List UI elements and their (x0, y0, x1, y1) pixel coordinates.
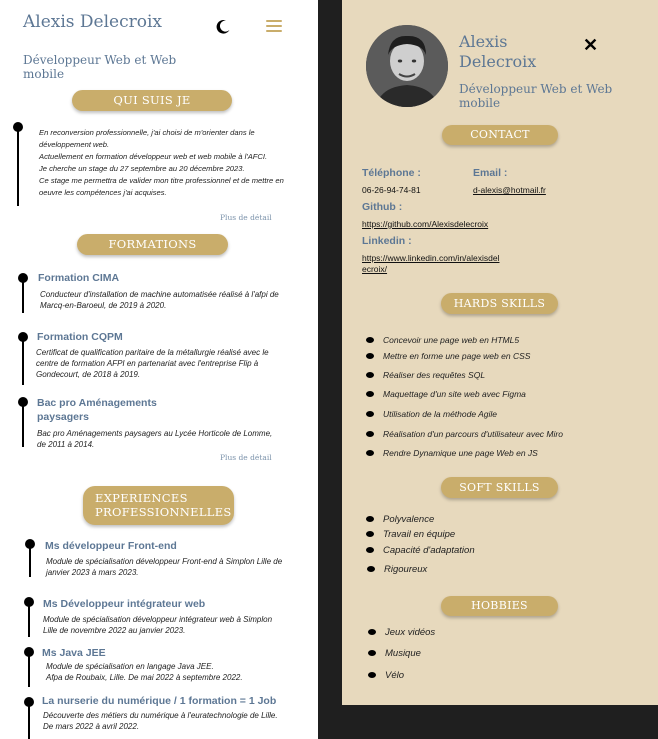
main-panel: Alexis Delecroix Développeur Web et Web … (0, 0, 318, 739)
hard-skill-item: Utilisation de la méthode Agile (365, 409, 498, 419)
experience-timeline (29, 547, 31, 577)
close-icon[interactable]: ✕ (583, 36, 598, 54)
formation-text: Bac pro Aménagements paysagers au Lycée … (37, 429, 273, 449)
experience-title: Ms Développeur intégrateur web (43, 598, 206, 610)
phone-label: Téléphone : (362, 167, 421, 179)
phone-value: 06-26-94-74-81 (362, 185, 421, 195)
experiences-section-title: EXPERIENCES PROFESSIONNELLES (83, 486, 234, 525)
experience-timeline (28, 605, 30, 637)
experience-text: Module de spécialisation développeur Fro… (46, 557, 283, 577)
soft-skill-item: Rigoureux (366, 564, 428, 575)
hard-skill-item: Réalisation d'un parcours d'utilisateur … (366, 429, 563, 439)
hamburger-icon[interactable] (266, 20, 282, 33)
formations-more-link[interactable]: Plus de détail (220, 453, 272, 462)
experience-text: Module de spécialisation en langage Java… (46, 662, 243, 682)
hobbies-section-title: HOBBIES (441, 596, 558, 616)
profile-name: Alexis Delecroix (23, 12, 163, 32)
contact-section-title: CONTACT (442, 125, 558, 145)
hard-skill-item: Maquettage d'un site web avec Figma (366, 389, 526, 399)
linkedin-link[interactable]: https://www.linkedin.com/in/alexisdelecr… (362, 253, 502, 275)
experience-title: Ms développeur Front-end (45, 540, 177, 552)
hard-skills-section-title: HARDS SKILLS (441, 293, 558, 314)
experience-text: Découverte des métiers du numérique à l'… (43, 711, 278, 731)
formation-title: Formation CQPM (37, 331, 123, 343)
experience-title: La nurserie du numérique / 1 formation =… (42, 695, 277, 707)
soft-skill-item: Travail en équipe (365, 529, 456, 540)
hard-skill-item: Rendre Dynamique une page Web en JS (366, 448, 538, 458)
moon-icon[interactable] (215, 18, 232, 35)
hard-skill-item: Mettre en forme une page web en CSS (365, 351, 531, 361)
formations-section-title: FORMATIONS (77, 234, 228, 255)
about-text: En reconversion professionnelle, j'ai ch… (39, 128, 284, 197)
github-label: Github : (362, 201, 403, 213)
formation-timeline (22, 281, 24, 313)
soft-skill-item: Polyvalence (365, 514, 435, 525)
formation-title: Bac pro Aménagements paysagers (37, 397, 157, 423)
email-label: Email : (473, 167, 508, 179)
experience-title: Ms Java JEE (42, 647, 106, 659)
soft-skill-item: Capacité d'adaptation (366, 545, 475, 556)
profile-photo (366, 25, 448, 107)
about-section-title: QUI SUIS JE (72, 90, 232, 111)
github-link[interactable]: https://github.com/Alexisdelecroix (362, 219, 488, 230)
email-link[interactable]: d-alexis@hotmail.fr (473, 185, 546, 196)
hard-skill-item: Concevoir une page web en HTML5 (365, 335, 520, 345)
soft-skills-section-title: SOFT SKILLS (441, 477, 558, 498)
formation-timeline (22, 340, 24, 385)
sidebar-panel: Alexis Delecroix Développeur Web et Web … (342, 0, 658, 705)
hobby-item: Musique (368, 648, 421, 659)
about-timeline (17, 130, 19, 206)
formation-timeline (22, 405, 24, 447)
formation-text: Conducteur d'installation de machine aut… (40, 290, 279, 310)
experience-timeline (28, 655, 30, 687)
linkedin-label: Linkedin : (362, 235, 412, 247)
formation-text: Certificat de qualification paritaire de… (36, 348, 269, 379)
hard-skill-item: Réaliser des requêtes SQL (365, 370, 486, 380)
profile-job-title: Développeur Web et Web mobile (23, 53, 177, 81)
hobby-item: Jeux vidéos (367, 627, 436, 638)
experience-timeline (28, 705, 30, 739)
experience-text: Module de spécialisation développeur int… (43, 615, 273, 635)
about-more-link[interactable]: Plus de détail (220, 213, 272, 222)
cv-page: Alexis Delecroix Développeur Web et Web … (0, 0, 658, 739)
formation-title: Formation CIMA (38, 272, 120, 284)
sidebar-job-title: Développeur Web et Web mobile (459, 82, 613, 110)
sidebar-profile-name: Alexis Delecroix (459, 32, 537, 71)
hobby-item: Vélo (367, 670, 405, 681)
